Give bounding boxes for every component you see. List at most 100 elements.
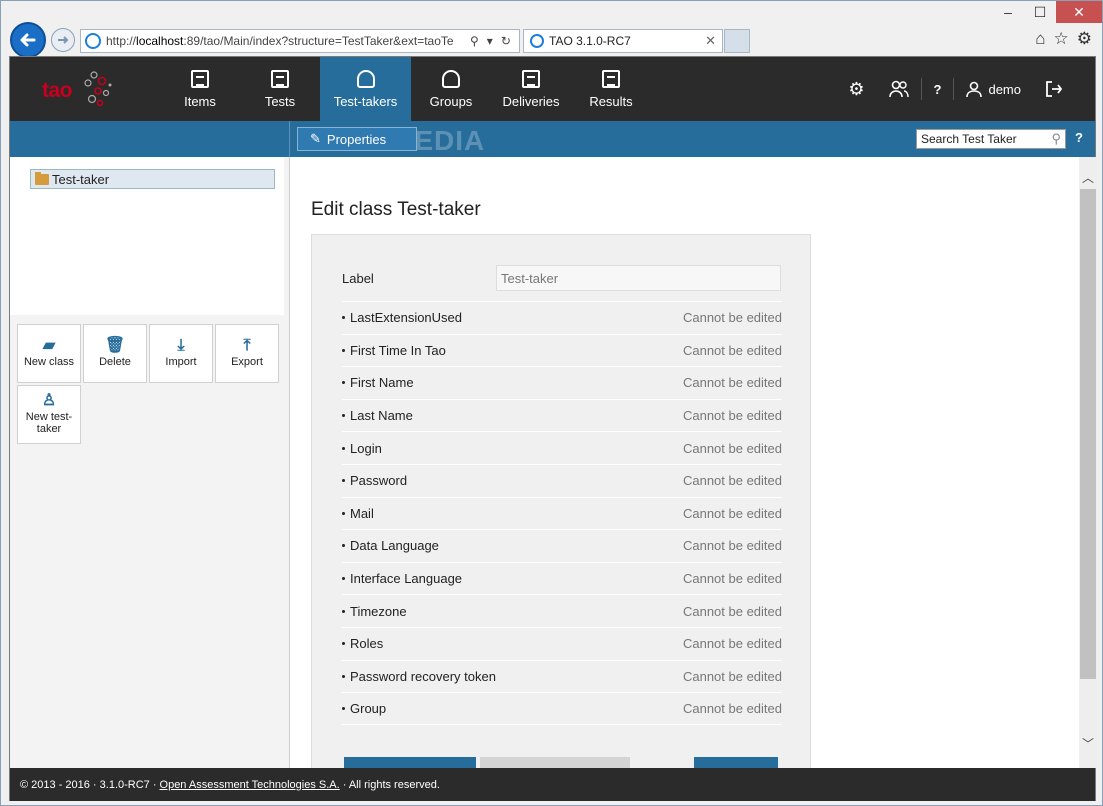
folder-open-icon: ▰ xyxy=(42,336,56,354)
form-buttons xyxy=(344,757,780,768)
chevron-down-icon[interactable]: ▾ xyxy=(487,34,493,48)
browser-tab[interactable]: TAO 3.1.0-RC7 ✕ xyxy=(523,29,723,53)
property-row: Mail Cannot be edited xyxy=(342,496,782,530)
property-row: Last Name Cannot be edited xyxy=(342,398,782,432)
trash-icon: 🗑︎ xyxy=(104,336,126,354)
nav-groups[interactable]: Groups xyxy=(411,57,491,121)
scroll-thumb[interactable] xyxy=(1080,189,1096,679)
new-class-button[interactable]: ▰ New class xyxy=(17,324,81,383)
nav-deliveries[interactable]: Deliveries xyxy=(491,57,571,121)
save-button[interactable] xyxy=(694,757,778,768)
property-row: Roles Cannot be edited xyxy=(342,626,782,660)
nav-test-takers[interactable]: Test-takers xyxy=(320,57,411,121)
property-row: First Name Cannot be edited xyxy=(342,366,782,399)
page-title: Edit class Test-taker xyxy=(311,199,481,220)
test-taker-icon xyxy=(356,69,375,88)
company-link[interactable]: Open Assessment Technologies S.A. xyxy=(160,779,340,791)
browser-window: – ☐ ✕ http://localhost:89/tao/Main/index… xyxy=(0,0,1103,806)
add-property-button[interactable] xyxy=(344,757,476,768)
arrow-left-icon xyxy=(20,33,36,47)
vertical-scrollbar[interactable]: ︿ ﹀ xyxy=(1079,157,1097,768)
search-help-icon[interactable]: ? xyxy=(1075,130,1083,145)
header-tools: ⚙ ? demo xyxy=(836,57,1075,121)
property-row: Login Cannot be edited xyxy=(342,431,782,464)
property-row: Timezone Cannot be edited xyxy=(342,594,782,627)
label-row: Label Test-taker xyxy=(342,265,782,291)
properties-button[interactable]: ✎ Properties xyxy=(297,127,417,151)
gears-icon: ⚙ xyxy=(848,78,865,99)
logout-button[interactable] xyxy=(1033,78,1075,100)
property-row: Interface Language Cannot be edited xyxy=(342,561,782,595)
tab-title: TAO 3.1.0-RC7 xyxy=(549,34,631,48)
property-row: Data Language Cannot be edited xyxy=(342,529,782,562)
nav-results[interactable]: Results xyxy=(571,57,651,121)
action-bar: SOFTPEDIA ✎ Properties Search Test Taker… xyxy=(10,121,1095,157)
maximize-button[interactable]: ☐ xyxy=(1024,1,1056,23)
user-menu[interactable]: demo xyxy=(953,78,1033,100)
refresh-icon[interactable]: ↻ xyxy=(501,34,511,48)
app-footer: © 2013 - 2016 · 3.1.0-RC7 · Open Assessm… xyxy=(10,768,1095,801)
nav-tests[interactable]: Tests xyxy=(240,57,320,121)
results-icon xyxy=(602,69,620,88)
export-button[interactable]: ⤒ Export xyxy=(215,324,279,383)
test-taker-icon: ♙ xyxy=(41,391,57,409)
search-icon[interactable]: ⚲ xyxy=(470,34,479,48)
search-icon[interactable]: ⚲ xyxy=(1051,131,1061,147)
delete-button[interactable]: 🗑︎ Delete xyxy=(83,324,147,383)
scroll-down-icon[interactable]: ﹀ xyxy=(1082,735,1094,752)
tree-actions: ▰ New class 🗑︎ Delete ⤓ Import ⤒ Export … xyxy=(17,324,283,444)
forward-button[interactable] xyxy=(51,28,75,52)
new-test-taker-button[interactable]: ♙ New test-taker xyxy=(17,385,81,444)
minimize-button[interactable]: – xyxy=(992,1,1024,23)
tao-app: tao Items Tests Test-takers Groups Deliv… xyxy=(9,56,1097,801)
arrow-right-icon xyxy=(58,36,69,44)
property-row: Password Cannot be edited xyxy=(342,463,782,497)
close-window-button[interactable]: ✕ xyxy=(1056,1,1102,23)
settings-button[interactable]: ⚙ xyxy=(836,78,876,100)
property-row: Password recovery token Cannot be edited xyxy=(342,659,782,693)
address-bar[interactable]: http://localhost:89/tao/Main/index?struc… xyxy=(80,29,520,53)
user-icon xyxy=(966,81,983,97)
url-text: http://localhost:89/tao/Main/index?struc… xyxy=(106,34,454,48)
search-input[interactable]: Search Test Taker ⚲ xyxy=(916,129,1066,149)
label-input[interactable]: Test-taker xyxy=(496,265,781,291)
logo-dots-icon xyxy=(84,71,112,107)
settings-gear-icon[interactable]: ⚙ xyxy=(1077,29,1092,49)
new-tab-button[interactable] xyxy=(724,29,750,53)
items-icon xyxy=(191,69,209,88)
browser-nav-bar: http://localhost:89/tao/Main/index?struc… xyxy=(1,21,1102,58)
export-icon: ⤒ xyxy=(243,336,251,354)
favorites-star-icon[interactable]: ☆ xyxy=(1054,29,1069,49)
sidebar: Test-taker ▰ New class 🗑︎ Delete ⤓ Impor… xyxy=(10,157,290,768)
tree-item-test-taker[interactable]: Test-taker xyxy=(30,169,275,189)
window-controls: – ☐ ✕ xyxy=(992,1,1102,23)
import-icon: ⤓ xyxy=(177,336,185,354)
advanced-mode-button[interactable] xyxy=(480,757,630,768)
groups-icon xyxy=(442,69,460,88)
help-button[interactable]: ? xyxy=(920,78,954,100)
label-field-label: Label xyxy=(342,270,374,286)
folder-icon xyxy=(35,171,49,185)
deliveries-icon xyxy=(522,69,540,88)
scroll-up-icon[interactable]: ︿ xyxy=(1082,169,1094,186)
tests-icon xyxy=(271,69,289,88)
ie-icon xyxy=(530,34,544,48)
class-tree: Test-taker xyxy=(10,157,284,315)
property-list: LastExtensionUsed Cannot be edited First … xyxy=(342,301,782,725)
tao-logo[interactable]: tao xyxy=(40,67,120,111)
users-button[interactable] xyxy=(877,78,921,100)
users-icon xyxy=(888,80,909,98)
class-form: Label Test-taker LastExtensionUsed Cannot… xyxy=(311,234,811,768)
back-button[interactable] xyxy=(10,22,46,58)
property-row: First Time In Tao Cannot be edited xyxy=(342,333,782,367)
nav-items[interactable]: Items xyxy=(160,57,240,121)
home-icon[interactable]: ⌂ xyxy=(1035,29,1045,49)
ie-icon xyxy=(85,33,101,49)
pencil-icon: ✎ xyxy=(310,131,321,146)
tab-close-icon[interactable]: ✕ xyxy=(705,33,716,49)
property-row: Group Cannot be edited xyxy=(342,692,782,725)
main-nav: Items Tests Test-takers Groups Deliverie… xyxy=(160,57,651,121)
app-header: tao Items Tests Test-takers Groups Deliv… xyxy=(10,57,1095,121)
import-button[interactable]: ⤓ Import xyxy=(149,324,213,383)
logout-icon xyxy=(1046,81,1063,97)
